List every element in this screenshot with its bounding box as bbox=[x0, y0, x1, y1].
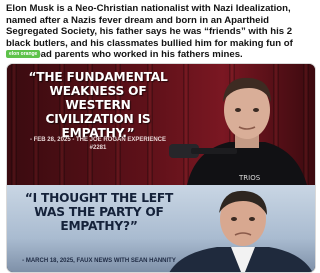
bottom-quote-attribution: - March 18, 2025, Faux News with Sean Ha… bbox=[22, 258, 176, 264]
eye bbox=[235, 108, 241, 112]
top-panel: TRIOS “The fundamental weakness of weste… bbox=[7, 64, 315, 185]
bottom-panel: “I thought the left was the party of emp… bbox=[7, 185, 315, 272]
eye bbox=[231, 217, 237, 221]
bottom-quote: “I thought the left was the party of emp… bbox=[24, 191, 174, 233]
eye bbox=[253, 108, 259, 112]
eye bbox=[249, 217, 255, 221]
microphone-arm bbox=[191, 148, 237, 154]
top-quote: “The fundamental weakness of western civ… bbox=[28, 70, 168, 140]
curtain-fold bbox=[11, 64, 17, 185]
podcast-guest-photo: TRIOS bbox=[169, 77, 307, 185]
post-image[interactable]: TRIOS “The fundamental weakness of weste… bbox=[6, 63, 316, 273]
post-text: Elon Musk is a Neo-Christian nationalist… bbox=[6, 3, 293, 61]
top-quote-attribution: - Feb 28, 2025 - The Joe Rogan Experienc… bbox=[29, 137, 167, 151]
mic-label: TRIOS bbox=[238, 174, 261, 182]
flair-badge[interactable]: elon orange bbox=[6, 50, 41, 58]
